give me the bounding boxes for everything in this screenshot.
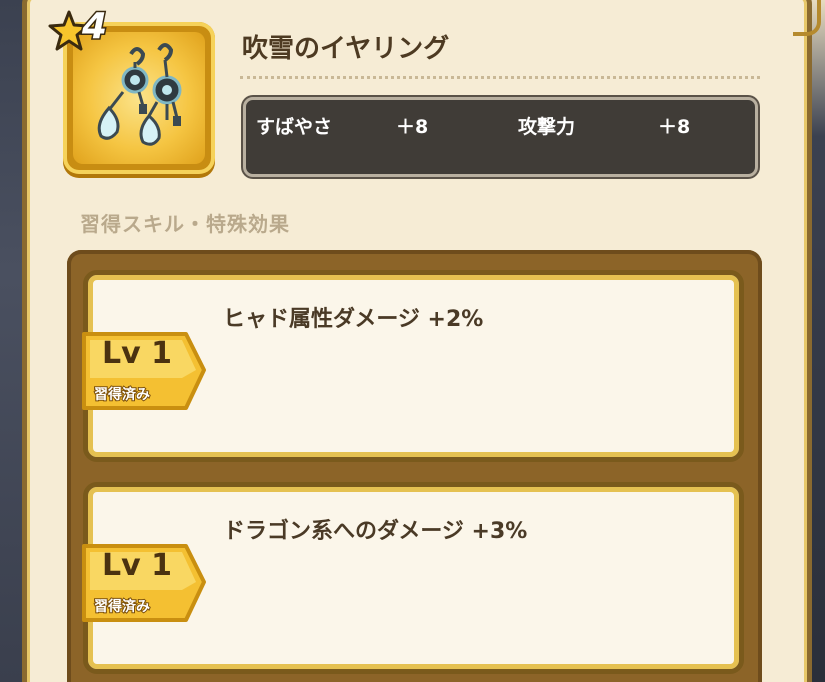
stat-label-speed: すばやさ (256, 116, 333, 138)
level-badge: Lv 1 習得済み (80, 542, 208, 624)
item-name: 吹雪のイヤリング (242, 34, 450, 64)
learned-status: 習得済み (93, 386, 151, 404)
divider (240, 76, 760, 79)
stat-value-attack: ＋8 (658, 116, 691, 138)
stat-value-speed: ＋8 (396, 116, 429, 138)
skill-effect: ドラゴン系へのダメージ +3% (223, 519, 528, 544)
corner-ornament (793, 0, 821, 36)
stat-box: すばやさ ＋8 攻撃力 ＋8 (243, 97, 758, 177)
level-badge: Lv 1 習得済み (80, 330, 208, 412)
stat-label-attack: 攻撃力 (518, 116, 576, 138)
rarity-badge: 4 (48, 5, 128, 58)
skill-effect: ヒャド属性ダメージ +2% (223, 307, 484, 332)
level-text: Lv 1 (102, 336, 172, 371)
level-text: Lv 1 (102, 548, 172, 583)
section-title: 習得スキル・特殊効果 (80, 212, 290, 236)
learned-status: 習得済み (93, 598, 151, 616)
rarity-number: 4 (80, 5, 108, 49)
